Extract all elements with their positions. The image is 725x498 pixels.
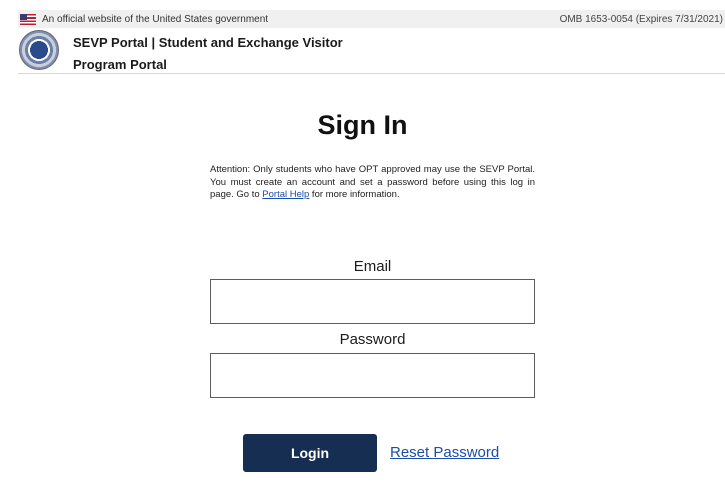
us-flag-icon [20,13,36,25]
password-field[interactable] [210,353,535,398]
omb-number: OMB 1653-0054 (Expires 7/31/2021) [559,13,723,25]
reset-password-link[interactable]: Reset Password [390,444,499,461]
gov-banner-left: An official website of the United States… [20,13,269,25]
site-header: SEVP Portal | Student and Exchange Visit… [18,30,725,74]
site-title[interactable]: SEVP Portal | Student and Exchange Visit… [73,32,393,76]
email-label: Email [353,258,392,275]
email-field[interactable] [210,279,535,324]
attention-notice: Attention: Only students who have OPT ap… [210,164,535,202]
portal-help-link[interactable]: Portal Help [262,189,309,200]
gov-banner-text: An official website of the United States… [42,13,269,25]
page-title: Sign In [317,110,408,140]
login-button[interactable]: Login [243,434,377,472]
dhs-seal-icon [19,30,59,70]
password-label: Password [339,331,406,348]
gov-banner: An official website of the United States… [18,10,725,28]
attention-tail: for more information. [309,189,400,200]
